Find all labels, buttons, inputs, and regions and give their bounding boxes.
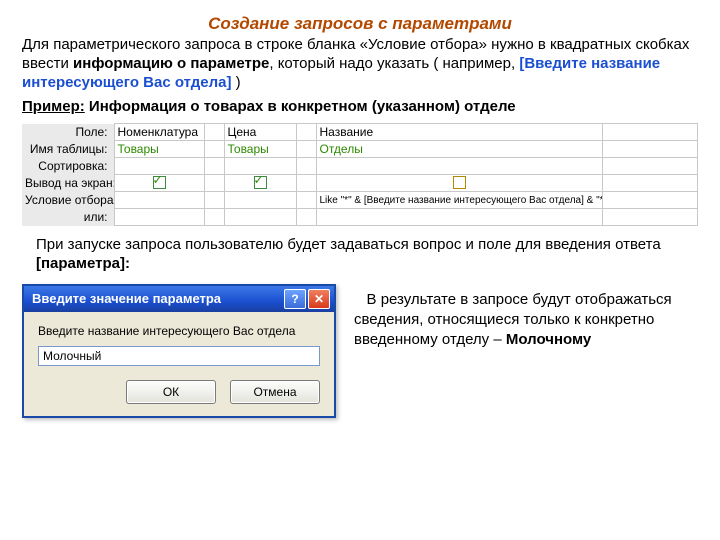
grid-row-criteria: Условие отбора: Like "*" & [Введите назв… (22, 192, 698, 209)
checkbox-checked-icon (153, 176, 166, 189)
cell-table-0[interactable]: Товары (114, 141, 204, 158)
cancel-button[interactable]: Отмена (230, 380, 320, 404)
ok-button[interactable]: ОК (126, 380, 216, 404)
cell-table-2[interactable]: Отделы (316, 141, 602, 158)
checkbox-empty-icon (453, 176, 466, 189)
cell-field-1[interactable]: Цена (224, 124, 296, 141)
help-button[interactable]: ? (284, 289, 306, 309)
parameter-dialog: Введите значение параметра ? ✕ Введите н… (22, 284, 336, 418)
result-para: В результате в запросе будут отображатьс… (354, 290, 698, 351)
cell-show-1[interactable] (224, 175, 296, 192)
checkbox-checked-icon (254, 176, 267, 189)
parameter-input[interactable] (38, 346, 320, 366)
cell-show-0[interactable] (114, 175, 204, 192)
cell-field-2[interactable]: Название (316, 124, 602, 141)
grid-row-table: Имя таблицы: Товары Товары Отделы (22, 141, 698, 158)
dialog-prompt: Введите название интересующего Вас отдел… (38, 324, 320, 338)
cell-show-2[interactable] (316, 175, 602, 192)
cell-criteria-2[interactable]: Like "*" & [Введите название интересующе… (316, 192, 602, 209)
page-title: Создание запросов с параметрами (22, 14, 698, 34)
grid-row-sort: Сортировка: (22, 158, 698, 175)
cell-field-0[interactable]: Номенклатура (114, 124, 204, 141)
close-button[interactable]: ✕ (308, 289, 330, 309)
dialog-title: Введите значение параметра (32, 291, 282, 306)
cell-table-1[interactable]: Товары (224, 141, 296, 158)
middle-para: При запуске запроса пользователю будет з… (36, 236, 698, 274)
grid-row-or: или: (22, 209, 698, 226)
grid-row-show: Вывод на экран: (22, 175, 698, 192)
intro-para-2: Пример: Информация о товарах в конкретно… (22, 98, 698, 117)
dialog-titlebar[interactable]: Введите значение параметра ? ✕ (24, 286, 334, 312)
grid-row-field: Поле: Номенклатура Цена Название (22, 124, 698, 141)
query-design-grid: Поле: Номенклатура Цена Название Имя таб… (22, 123, 698, 226)
intro-para-1: Для параметрического запроса в строке бл… (22, 36, 698, 92)
